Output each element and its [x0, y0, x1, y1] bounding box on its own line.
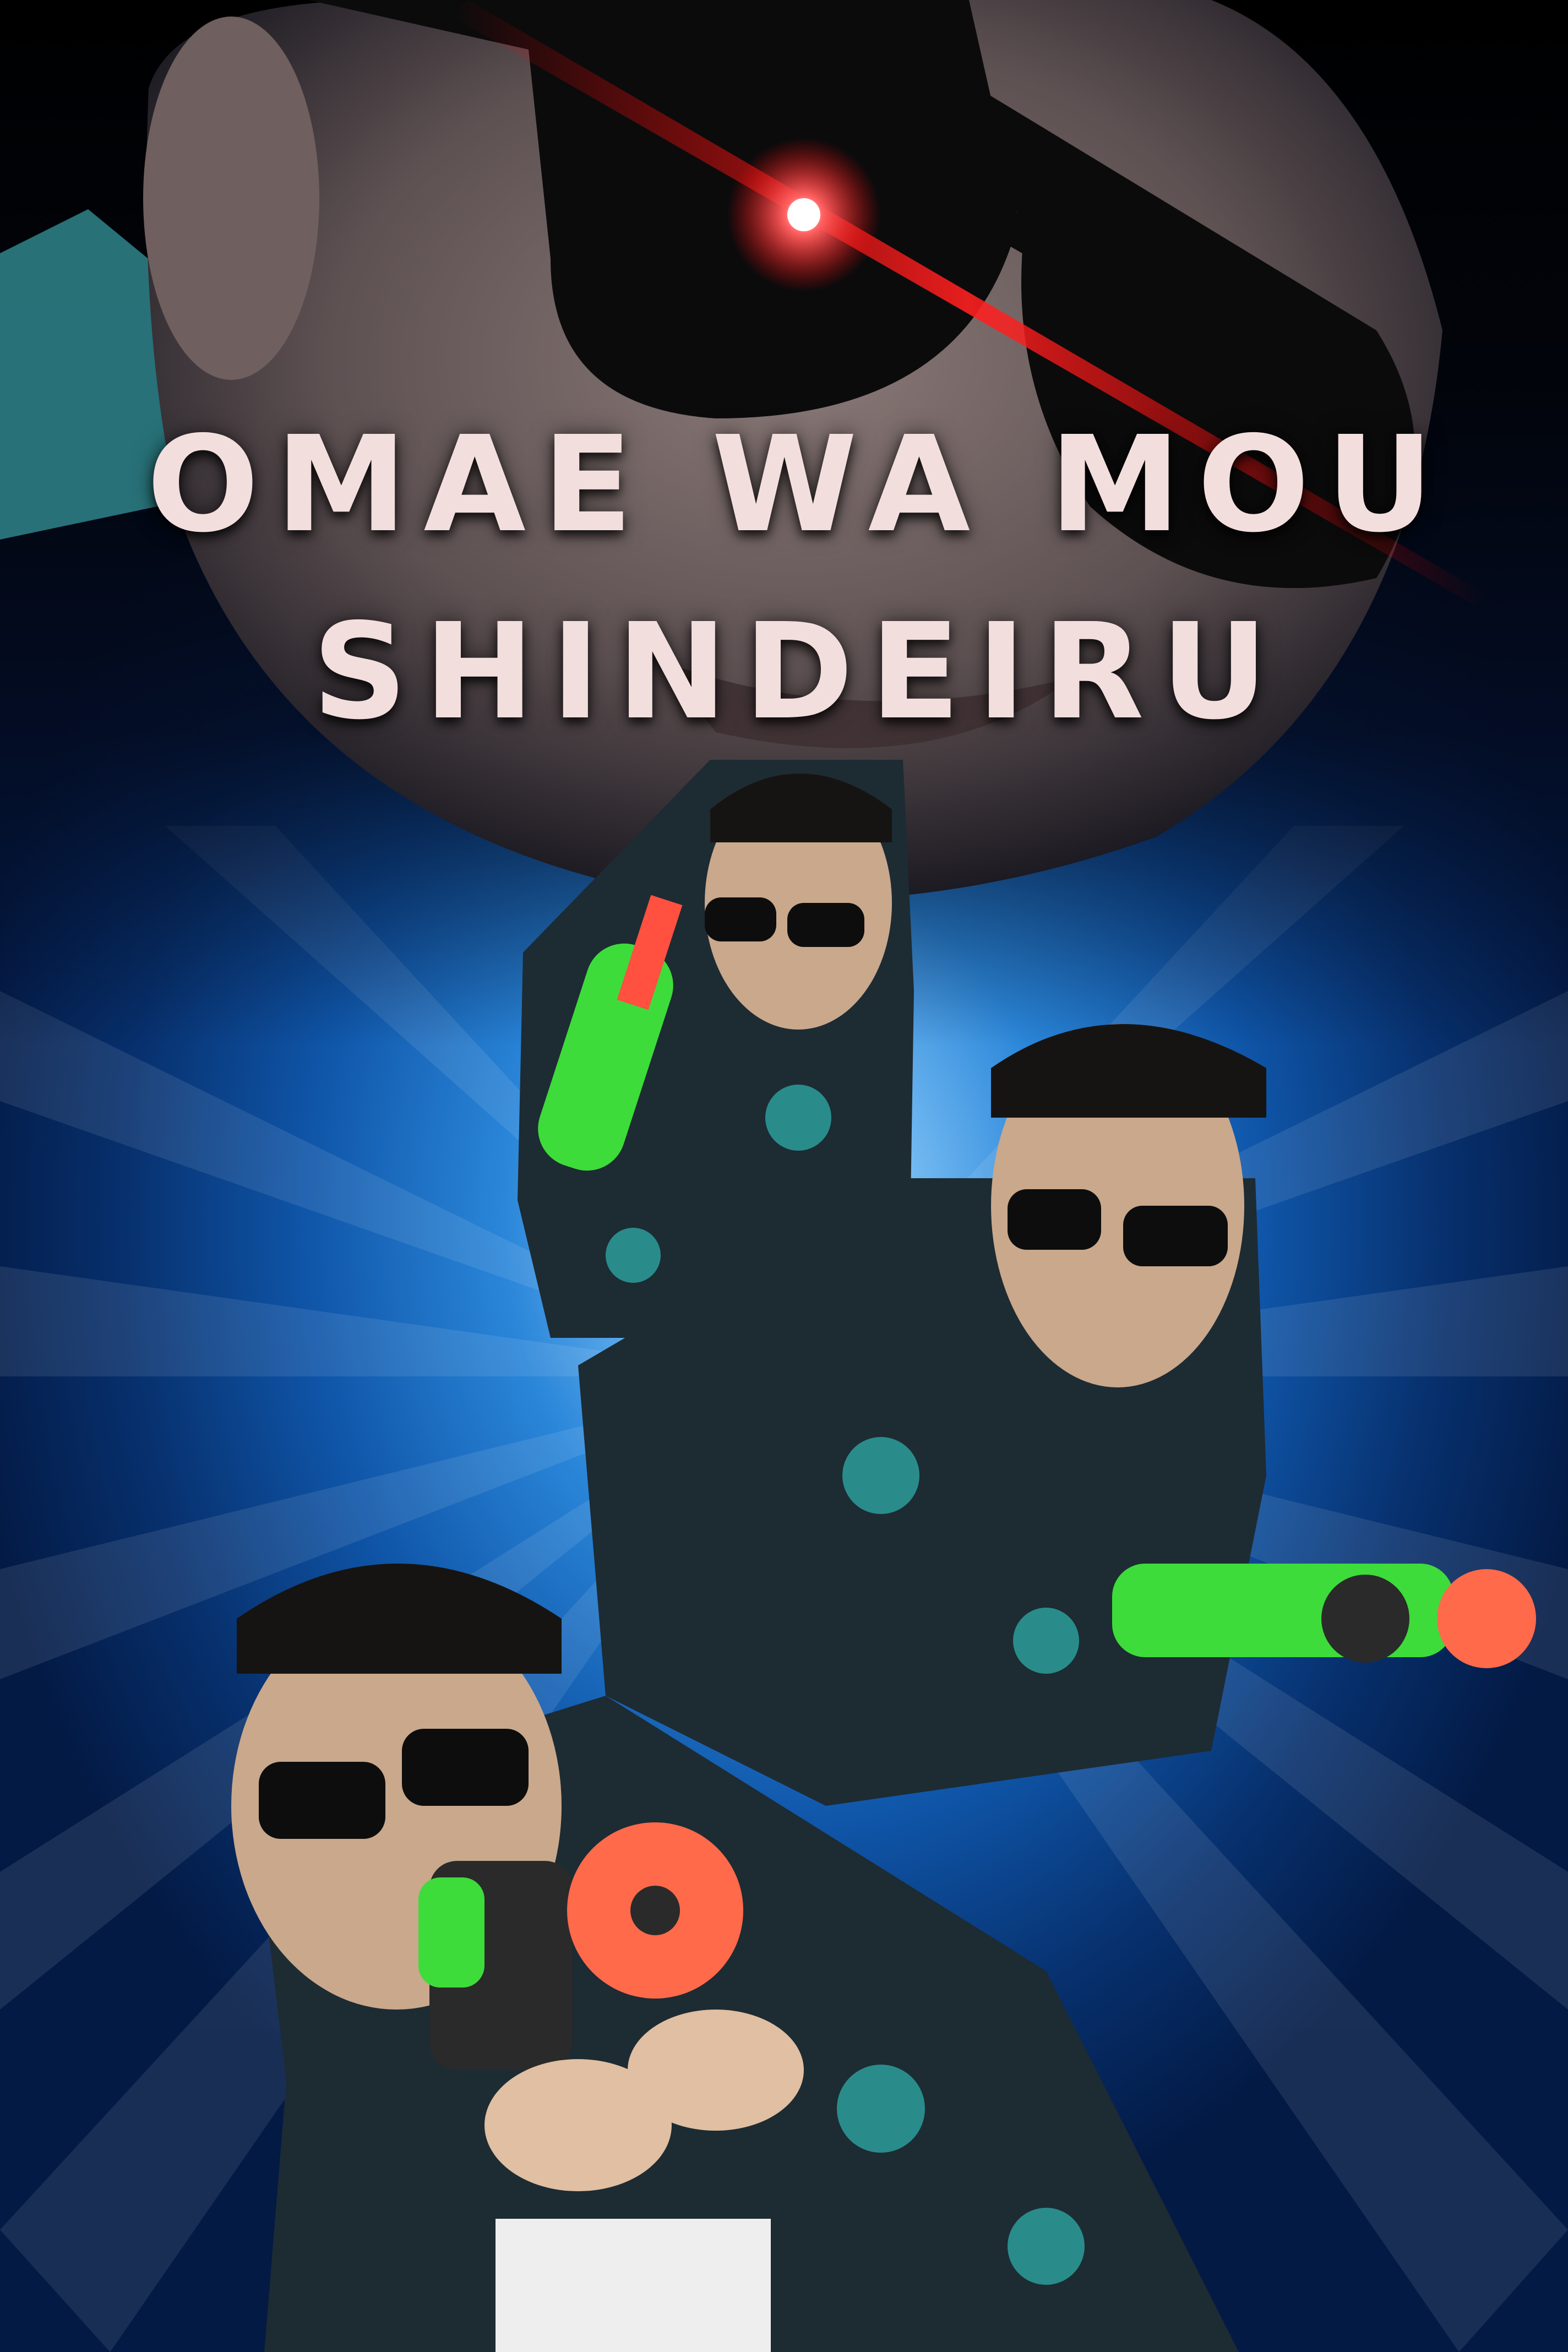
toy-water-gun-icon [1112, 1564, 1536, 1668]
meme-poster: OMAE WA MOU SHINDEIRU [0, 0, 1568, 2352]
ear-closeup [143, 17, 319, 380]
three-figures-with-toy-guns [231, 760, 1536, 2352]
meme-title: OMAE WA MOU SHINDEIRU [143, 402, 1453, 754]
title-line-1: OMAE WA MOU [146, 407, 1450, 562]
title-line-2: SHINDEIRU [312, 595, 1284, 749]
